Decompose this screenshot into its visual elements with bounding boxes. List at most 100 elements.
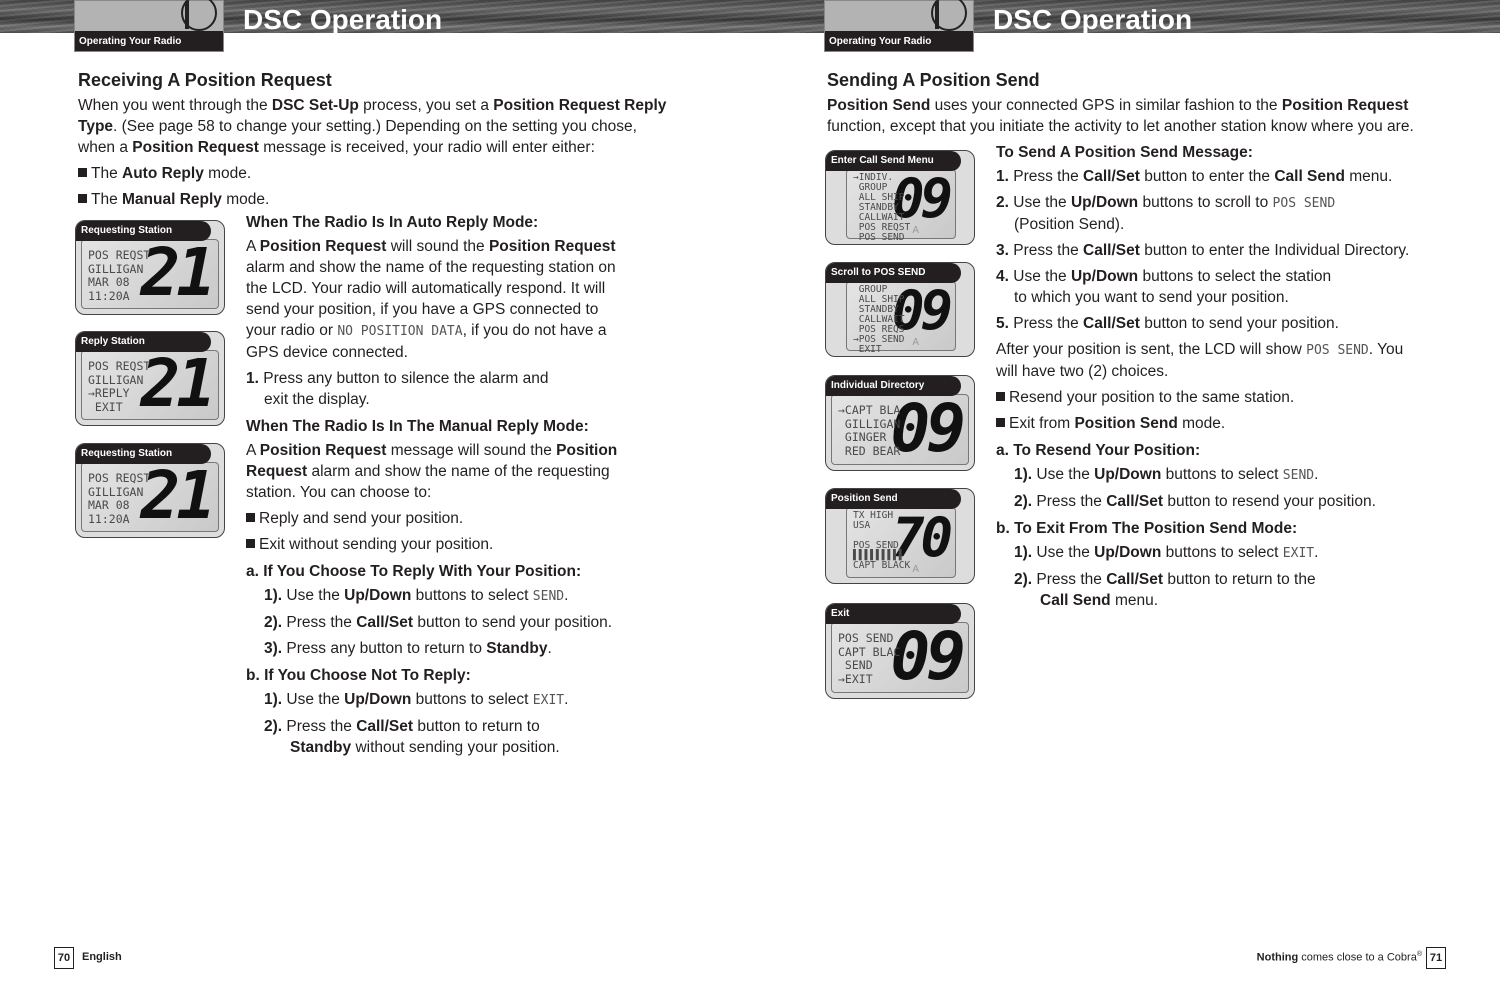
- step-number: 1.: [246, 370, 259, 387]
- lcd-text: EXIT: [1282, 546, 1315, 561]
- text: will sound the: [386, 238, 489, 255]
- text: Call/Set: [1106, 493, 1164, 510]
- right-body: To Send A Position Send Message: 1. Pres…: [996, 144, 1436, 611]
- radio-caption: Requesting Station: [76, 221, 211, 241]
- text: Position Send: [827, 97, 931, 114]
- text: When you went through the: [78, 97, 272, 114]
- right-section-tab: Operating Your Radio: [824, 0, 974, 52]
- text: The: [91, 165, 123, 182]
- mode-item: The Auto Reply mode.: [78, 163, 678, 184]
- text: Call/Set: [1083, 168, 1140, 185]
- lcd-text: POS SEND: [1272, 196, 1336, 211]
- text: Use the: [1036, 544, 1095, 561]
- step-number: 2).: [264, 614, 283, 631]
- text: Press the: [286, 718, 357, 735]
- text: Position Request: [259, 442, 387, 459]
- lcd-lines: POS REQST GILLIGAN MAR 08 11:20A: [88, 471, 151, 526]
- text: function, except that you initiate the a…: [827, 118, 1414, 135]
- step-number: 4.: [996, 268, 1009, 285]
- radio-caption: Enter Call Send Menu: [826, 151, 961, 171]
- text: Press the: [1013, 315, 1084, 332]
- text: A: [246, 442, 260, 459]
- text: Exit without sending your position.: [259, 536, 494, 553]
- text: Use the: [286, 691, 345, 708]
- send-step: 2. Use the Up/Down buttons to scroll to …: [996, 192, 1376, 235]
- text: Call/Set: [1083, 315, 1140, 332]
- text: Call/Set: [356, 614, 414, 631]
- exit-heading: b. To Exit From The Position Send Mode:: [996, 520, 1298, 537]
- lcd-screen: GROUP ALL SHIP STANDBY CALLWAIT POS REQS…: [846, 281, 956, 355]
- text: Call/Set: [1083, 242, 1140, 259]
- section-heading: Receiving A Position Request: [78, 70, 332, 90]
- lcd-text: NO POSITION DATA: [337, 324, 463, 339]
- text: Position Request: [488, 238, 616, 255]
- text: A: [246, 238, 260, 255]
- auto-reply-paragraph: A Position Request will sound the Positi…: [246, 236, 626, 363]
- text: Position Request: [132, 139, 259, 156]
- text: Up/Down: [1070, 268, 1139, 285]
- text: buttons to select: [411, 691, 533, 708]
- radio-knob-icon: [931, 0, 967, 31]
- channel-number: 21: [140, 234, 217, 311]
- step-number: 3).: [264, 640, 283, 657]
- step-number: 2).: [1014, 571, 1033, 588]
- radio-display-exit: Exit POS SEND CAPT BLAC SEND →EXIT 09: [825, 603, 975, 699]
- text: Auto Reply: [122, 165, 204, 182]
- text: button to send your position.: [1139, 315, 1339, 332]
- bullet-icon: [246, 539, 255, 548]
- lcd-lines: POS SEND CAPT BLAC SEND →EXIT: [838, 631, 901, 686]
- radio-display-individual-directory: Individual Directory →CAPT BLA GILLIGAN …: [825, 375, 975, 471]
- channel-number: 21: [140, 345, 217, 422]
- text: Press any button to return to: [286, 640, 487, 657]
- text: Call/Set: [356, 718, 414, 735]
- bullet-icon: [78, 194, 87, 203]
- text: After your position is sent, the LCD wil…: [996, 341, 1307, 358]
- step-number: 5.: [996, 315, 1009, 332]
- radio-caption: Exit: [826, 604, 961, 624]
- section-heading: Sending A Position Send: [827, 70, 1040, 90]
- text: button to return to the: [1163, 571, 1316, 588]
- text: .: [1314, 466, 1319, 483]
- lcd-lines: POS REQST GILLIGAN MAR 08 11:20A: [88, 248, 151, 303]
- radio-caption: Position Send: [826, 489, 961, 509]
- left-body: When The Radio Is In Auto Reply Mode: A …: [246, 214, 646, 758]
- right-page-number: 71: [1426, 947, 1446, 969]
- text: Nothing: [1256, 951, 1299, 964]
- channel-letter: A: [912, 337, 919, 348]
- text: Call/Set: [1106, 571, 1164, 588]
- text: Up/Down: [344, 691, 412, 708]
- text: button to return to: [413, 718, 540, 735]
- radio-display-reply: Reply Station POS REQST GILLIGAN →REPLY …: [75, 331, 225, 426]
- radio-display-call-send-menu: Enter Call Send Menu →INDIV. GROUP ALL S…: [825, 150, 975, 245]
- choice-item: Reply and send your position.: [246, 508, 646, 529]
- resend-step: 1). Use the Up/Down buttons to select SE…: [996, 464, 1436, 486]
- lcd-text: SEND: [1282, 468, 1315, 483]
- text: mode.: [1177, 415, 1226, 432]
- text: Standby: [290, 739, 352, 756]
- radio-display-scroll-pos-send: Scroll to POS SEND GROUP ALL SHIP STANDB…: [825, 262, 975, 357]
- radio-display-position-send: Position Send TX HIGH USA POS SEND ▌▌▌▌▌…: [825, 488, 975, 584]
- lcd-text: SEND: [532, 589, 565, 604]
- manual-reply-paragraph: A Position Request message will sound th…: [246, 440, 626, 503]
- right-footer-tagline: Nothing comes close to a Cobra®: [1257, 951, 1422, 964]
- reply-step: 1). Use the Up/Down buttons to select SE…: [246, 585, 646, 607]
- intro-paragraph: Position Send uses your connected GPS in…: [827, 95, 1427, 137]
- radio-display-requesting-2: Requesting Station POS REQST GILLIGAN MA…: [75, 443, 225, 538]
- text: Press the: [1013, 242, 1084, 259]
- registered-mark: ®: [1416, 951, 1422, 958]
- send-step: 1. Press the Call/Set button to enter th…: [996, 166, 1436, 187]
- bullet-icon: [996, 392, 1005, 401]
- text: process, you set a: [358, 97, 494, 114]
- section-tab-label: Operating Your Radio: [75, 31, 223, 51]
- left-page-number: 70: [54, 947, 74, 969]
- text: Use the: [286, 587, 345, 604]
- text: mode.: [203, 165, 252, 182]
- text: .: [1314, 544, 1319, 561]
- left-page-title: DSC Operation: [243, 4, 443, 35]
- radio-caption: Individual Directory: [826, 376, 961, 396]
- mode-item: The Manual Reply mode.: [78, 189, 678, 210]
- left-footer-language: English: [82, 951, 122, 963]
- send-heading: To Send A Position Send Message:: [996, 144, 1253, 161]
- send-step: 4. Use the Up/Down buttons to select the…: [996, 266, 1346, 308]
- text: Up/Down: [1094, 544, 1162, 561]
